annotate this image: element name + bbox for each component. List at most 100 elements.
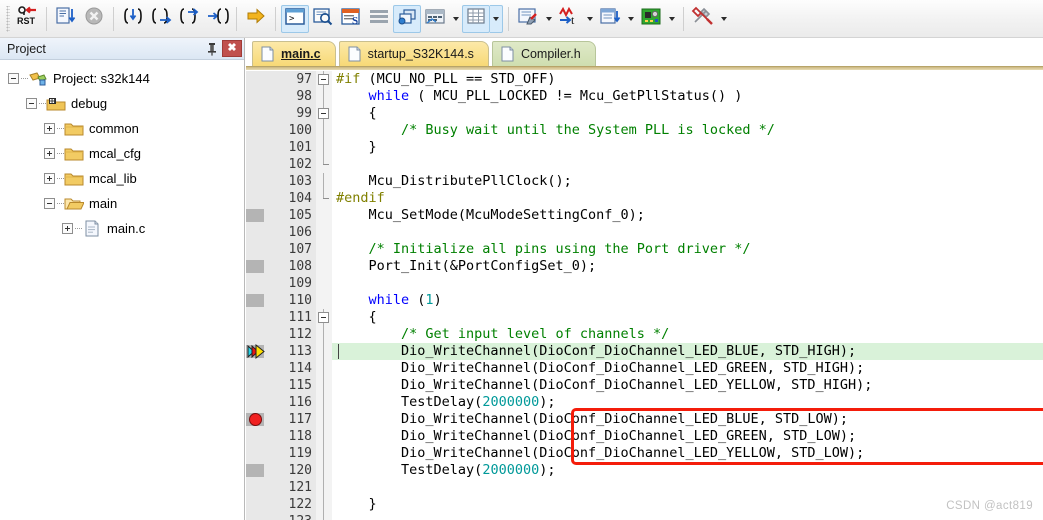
code-line[interactable]: 107 /* Initialize all pins using the Port… [246,241,1043,258]
code-line[interactable]: 104 #endif [246,190,1043,207]
code-line[interactable]: 117 Dio_WriteChannel(DioConf_DioChannel_L… [246,411,1043,428]
resume-button[interactable] [242,5,270,33]
breakpoint-gutter[interactable] [246,241,268,258]
breakpoint-gutter[interactable] [246,173,268,190]
breakpoint-gutter[interactable] [246,190,268,207]
expand-icon[interactable] [44,173,55,184]
collapse-icon[interactable] [8,73,19,84]
inspect-button[interactable] [309,5,337,33]
edit-note-dropdown[interactable] [542,5,555,33]
fold-gutter[interactable] [316,360,332,377]
tree-item[interactable]: common [0,116,244,141]
editor-tab[interactable]: main.c [252,41,336,66]
fold-gutter[interactable] [316,377,332,394]
breakpoint-gutter[interactable] [246,445,268,462]
run-to-line-button[interactable] [203,5,231,33]
breakpoint-gutter[interactable] [246,411,268,428]
tree-item[interactable]: debug [0,91,244,116]
breakpoint-gutter[interactable] [246,309,268,326]
breakpoint-gutter[interactable] [246,292,268,309]
code-line[interactable]: 118 Dio_WriteChannel(DioConf_DioChannel_L… [246,428,1043,445]
breakpoint-gutter[interactable] [246,275,268,292]
breakpoint-gutter[interactable] [246,496,268,513]
export-dropdown[interactable] [624,5,637,33]
trace-button[interactable]: t [555,5,583,33]
breakpoint-gutter[interactable] [246,377,268,394]
toolbar-grip[interactable] [6,5,10,32]
collapse-icon[interactable] [44,198,55,209]
build-tools-button[interactable] [689,5,717,33]
breakpoint-gutter[interactable] [246,258,268,275]
fold-gutter[interactable] [316,309,332,326]
trace-dropdown[interactable] [583,5,596,33]
code-line[interactable]: 119 Dio_WriteChannel(DioConf_DioChannel_L… [246,445,1043,462]
breakpoint-gutter[interactable] [246,156,268,173]
breakpoint-gutter[interactable] [246,513,268,520]
breakpoint-gutter[interactable] [246,326,268,343]
step-over-button[interactable] [147,5,175,33]
breakpoint-gutter[interactable] [246,207,268,224]
breakpoint-icon[interactable] [249,413,262,426]
breakpoint-gutter[interactable] [246,122,268,139]
fold-gutter[interactable] [316,71,332,88]
code-line[interactable]: 122} [246,496,1043,513]
breakpoint-gutter[interactable] [246,88,268,105]
collapse-icon[interactable] [26,98,37,109]
fold-gutter[interactable] [316,105,332,122]
close-icon[interactable]: ✖ [222,40,242,57]
code-line[interactable]: 101} [246,139,1043,156]
search-file-button[interactable]: S [337,5,365,33]
fold-gutter[interactable] [316,156,332,173]
breakpoint-gutter[interactable] [246,479,268,496]
breakpoint-gutter[interactable] [246,224,268,241]
terminate-button[interactable] [80,5,108,33]
table-view-button[interactable] [462,4,490,33]
tree-item[interactable]: mcal_lib [0,166,244,191]
fold-gutter[interactable] [316,292,332,309]
breakpoint-gutter[interactable] [246,360,268,377]
breakpoint-gutter[interactable] [246,71,268,88]
code-line[interactable]: 112 /* Get input level of channels */ [246,326,1043,343]
fold-gutter[interactable] [316,241,332,258]
code-line[interactable]: 100 /* Busy wait until the System PLL is … [246,122,1043,139]
registers-button[interactable] [365,5,393,33]
fold-toggle-icon[interactable] [318,74,329,85]
breakpoint-gutter[interactable] [246,462,268,479]
fold-gutter[interactable] [316,207,332,224]
expand-icon[interactable] [44,148,55,159]
export-button[interactable] [596,5,624,33]
code-line[interactable]: 103 Mcu_DistributePllClock(); [246,173,1043,190]
fold-gutter[interactable] [316,326,332,343]
tree-item[interactable]: main [0,191,244,216]
pin-icon[interactable] [204,40,220,58]
code-line[interactable]: 105 Mcu_SetMode(McuModeSettingConf_0); [246,207,1043,224]
console-button[interactable]: > [281,4,309,33]
code-line[interactable]: 114 Dio_WriteChannel(DioConf_DioChannel_L… [246,360,1043,377]
code-view[interactable]: 97 #if (MCU_NO_PLL == STD_OFF) 98 while ( M… [246,71,1043,520]
fold-gutter[interactable] [316,343,332,360]
code-line[interactable]: 120 TestDelay(2000000); [246,462,1043,479]
fold-gutter[interactable] [316,411,332,428]
fold-gutter[interactable] [316,462,332,479]
layers-button[interactable] [393,4,421,33]
fold-toggle-icon[interactable] [318,108,329,119]
expand-icon[interactable] [44,123,55,134]
memory-view-button[interactable] [421,5,449,33]
code-line[interactable]: 109 [246,275,1043,292]
code-line[interactable]: 116 TestDelay(2000000); [246,394,1043,411]
fold-gutter[interactable] [316,139,332,156]
tree-item[interactable]: main.c [0,216,244,241]
fold-gutter[interactable] [316,224,332,241]
fold-gutter[interactable] [316,496,332,513]
code-line[interactable]: 106 [246,224,1043,241]
breakpoint-gutter[interactable] [246,343,268,360]
code-line[interactable]: 102 [246,156,1043,173]
expand-icon[interactable] [62,223,73,234]
step-into-button[interactable] [119,5,147,33]
code-line[interactable]: 123 [246,513,1043,520]
reset-button[interactable]: RST [13,5,41,33]
fold-gutter[interactable] [316,275,332,292]
step-return-button[interactable] [175,5,203,33]
code-line[interactable]: 99 { [246,105,1043,122]
restart-button[interactable] [52,5,80,33]
